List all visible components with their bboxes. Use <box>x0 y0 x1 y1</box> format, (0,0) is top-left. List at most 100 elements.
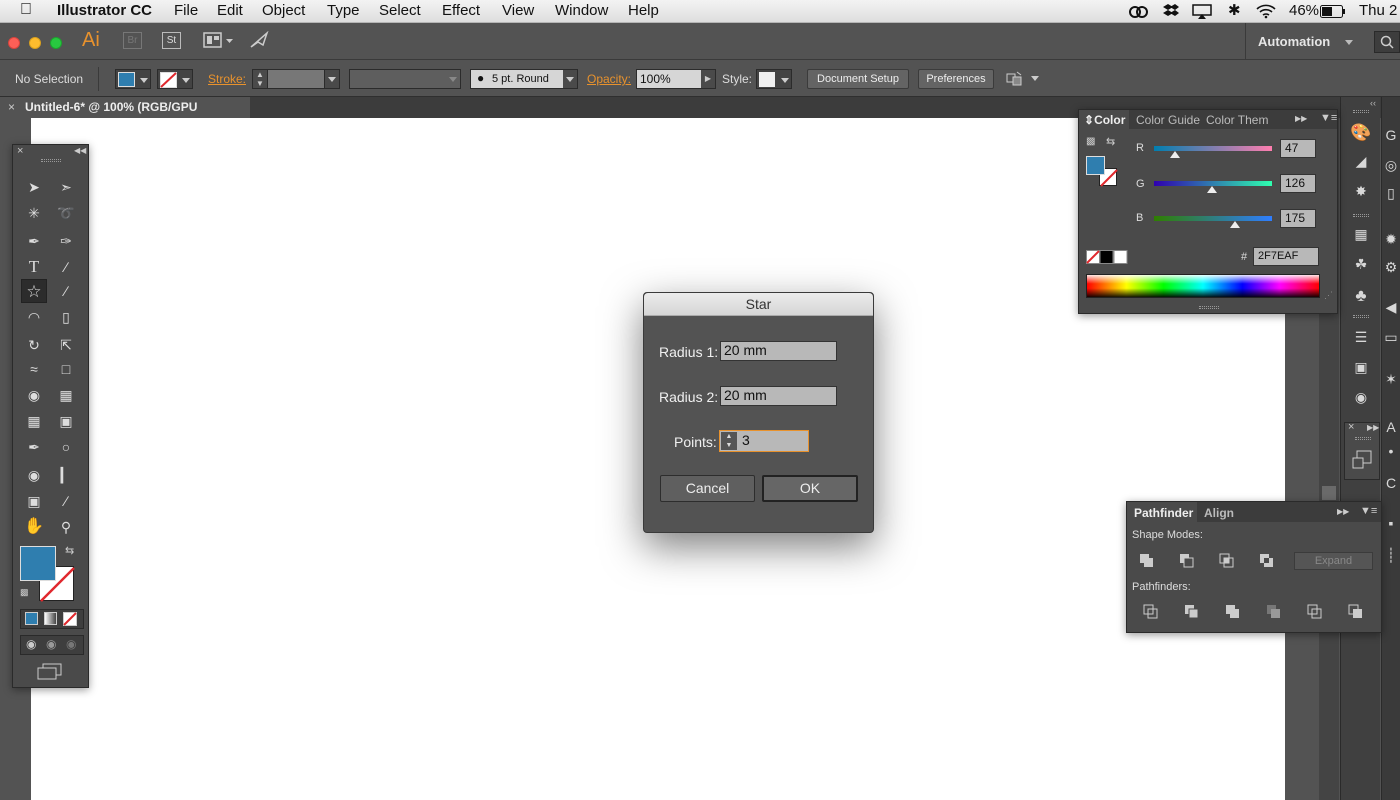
links-icon[interactable]: ◀ <box>1382 299 1400 316</box>
document-tab[interactable]: × Untitled-6* @ 100% (RGB/GPU Preview) <box>0 97 250 135</box>
slider-r-thumb[interactable] <box>1170 151 1181 158</box>
dock-grip[interactable] <box>1353 315 1369 318</box>
color-mode-button[interactable] <box>25 612 38 625</box>
glyphs-icon[interactable]: G <box>1382 127 1400 143</box>
collapse-panel-icon[interactable]: ◀◀ <box>74 146 86 155</box>
preferences-button[interactable]: Preferences <box>918 69 994 89</box>
fill-swatch[interactable] <box>1086 156 1105 175</box>
menu-effect[interactable]: Effect <box>442 2 480 19</box>
stroke-label[interactable]: Stroke: <box>208 72 246 86</box>
layers-icon[interactable]: ◎ <box>1382 157 1400 174</box>
shape-builder-tool-icon[interactable]: ◉ <box>21 383 47 407</box>
channel-r-field[interactable]: 47 <box>1280 139 1316 158</box>
radius1-field[interactable]: 20 mm <box>720 341 837 361</box>
apple-icon[interactable]:  <box>20 1 32 19</box>
scale-tool-icon[interactable]: ⇱ <box>53 333 79 357</box>
opentype-icon[interactable]: С <box>1382 475 1400 491</box>
line-segment-tool-icon[interactable]: ∕ <box>53 255 79 279</box>
dock-grip[interactable] <box>1355 437 1371 440</box>
trim-icon[interactable] <box>1184 604 1200 620</box>
brush-definition[interactable]: ● 5 pt. Round <box>470 69 578 89</box>
slice-tool-icon[interactable]: ∕ <box>53 489 79 513</box>
outline-icon[interactable] <box>1307 604 1323 620</box>
ok-button[interactable]: OK <box>762 475 858 502</box>
paragraph-icon[interactable]: • <box>1382 443 1400 459</box>
symbols-icon[interactable]: ♣ <box>1350 286 1372 306</box>
transparency-icon[interactable]: ◉ <box>1350 389 1372 406</box>
color-spectrum[interactable] <box>1086 274 1320 298</box>
opacity-label[interactable]: Opacity: <box>587 72 631 86</box>
unite-icon[interactable] <box>1139 553 1155 569</box>
brush-dropdown[interactable] <box>563 70 577 88</box>
column-graph-tool-icon[interactable]: ▎ <box>53 463 79 487</box>
artboards-icon[interactable] <box>1352 450 1374 470</box>
expand-panel-icon[interactable]: ▶▶ <box>1367 423 1379 432</box>
free-transform-tool-icon[interactable]: □ <box>53 357 79 381</box>
resize-grip-icon[interactable]: ⋰ <box>1324 290 1333 301</box>
align-panel-icon[interactable]: ┊ <box>1382 547 1400 564</box>
curvature-tool-icon[interactable]: ✑ <box>53 229 79 253</box>
minus-front-icon[interactable] <box>1179 553 1195 569</box>
points-field[interactable]: ▲ ▼ 3 <box>719 430 809 452</box>
eyedropper-tool-icon[interactable]: ✒ <box>21 435 47 459</box>
menu-select[interactable]: Select <box>379 2 421 19</box>
appearance-icon[interactable]: ✹ <box>1382 231 1400 248</box>
transform-icon[interactable]: ▪ <box>1382 515 1400 531</box>
stock-button[interactable]: St <box>162 32 181 49</box>
character-icon[interactable]: A <box>1382 419 1400 435</box>
expand-button[interactable]: Expand <box>1294 552 1373 570</box>
close-window-button[interactable] <box>8 37 20 49</box>
chevron-down-icon[interactable] <box>1031 76 1039 81</box>
intersect-icon[interactable] <box>1219 553 1235 569</box>
menu-type[interactable]: Type <box>327 2 360 19</box>
lasso-tool-icon[interactable]: ➰ <box>53 201 79 225</box>
graphic-style-picker[interactable] <box>756 69 792 89</box>
exclude-icon[interactable] <box>1259 553 1275 569</box>
menu-help[interactable]: Help <box>628 2 659 19</box>
bluetooth-icon[interactable]: ✱ <box>1228 1 1241 19</box>
menu-window[interactable]: Window <box>555 2 608 19</box>
tab-color-themes[interactable]: Color Them <box>1206 113 1268 127</box>
minimize-window-button[interactable] <box>29 37 41 49</box>
rotate-tool-icon[interactable]: ↻ <box>21 333 47 357</box>
selection-tool-icon[interactable]: ➤ <box>21 175 47 199</box>
black-quick-swatch[interactable] <box>1099 250 1114 264</box>
swatches-icon[interactable]: ▦ <box>1350 226 1372 243</box>
wifi-icon[interactable] <box>1256 4 1276 19</box>
slider-g-thumb[interactable] <box>1206 186 1217 193</box>
collapse-dock-icon[interactable]: ‹‹ <box>1370 98 1376 108</box>
gradient-mode-button[interactable] <box>44 612 57 625</box>
expand-panel-icon[interactable]: ▶▶ <box>1337 507 1349 516</box>
dock-grip[interactable] <box>1353 110 1369 113</box>
points-stepper[interactable]: ▲ ▼ <box>721 432 737 450</box>
tab-color-guide[interactable]: Color Guide <box>1136 113 1200 127</box>
none-mode-button[interactable] <box>63 612 78 627</box>
eraser-tool-icon[interactable]: ▯ <box>53 305 79 329</box>
panel-grip[interactable] <box>1199 306 1219 309</box>
swap-fill-stroke-icon[interactable]: ⇆ <box>1106 135 1115 148</box>
stroke-color-picker[interactable] <box>157 69 193 89</box>
bridge-button[interactable]: Br <box>123 32 142 49</box>
crop-icon[interactable] <box>1266 604 1282 620</box>
graphic-styles-icon[interactable]: ⚙ <box>1382 259 1400 276</box>
perspective-grid-tool-icon[interactable]: ▦ <box>53 383 79 407</box>
image-trace-icon[interactable]: ▭ <box>1382 329 1400 346</box>
direct-selection-tool-icon[interactable]: ➣ <box>53 175 79 199</box>
menu-edit[interactable]: Edit <box>217 2 243 19</box>
fill-swatch[interactable] <box>20 546 56 581</box>
scroll-thumb[interactable] <box>1322 486 1336 500</box>
symbol-sprayer-tool-icon[interactable]: ◉ <box>21 463 47 487</box>
battery-icon[interactable] <box>1320 5 1346 18</box>
mesh-tool-icon[interactable]: ▦ <box>21 409 47 433</box>
asset-export-icon[interactable]: ✶ <box>1382 371 1400 388</box>
stroke-panel-icon[interactable]: ☰ <box>1350 329 1372 346</box>
stroke-weight-dropdown[interactable] <box>324 70 339 88</box>
minus-back-icon[interactable] <box>1348 604 1364 620</box>
panel-grip[interactable] <box>41 159 61 162</box>
panel-menu-icon[interactable]: ▼≡ <box>1320 112 1337 124</box>
menu-view[interactable]: View <box>502 2 534 19</box>
opacity-field[interactable]: 100% ▶ <box>636 69 716 89</box>
menu-file[interactable]: File <box>174 2 198 19</box>
close-tab-icon[interactable]: × <box>8 97 15 118</box>
white-quick-swatch[interactable] <box>1113 250 1128 264</box>
